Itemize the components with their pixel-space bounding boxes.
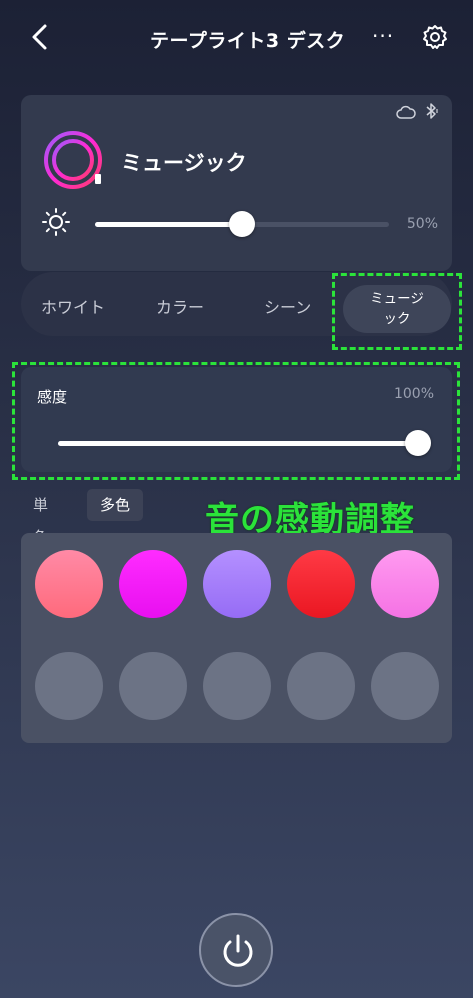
color-swatch[interactable] [35, 550, 103, 618]
brightness-slider-handle[interactable] [229, 211, 255, 237]
highlight-music-tab [332, 273, 462, 350]
sun-icon [42, 208, 70, 236]
empty-color-slot[interactable] [35, 652, 103, 720]
color-swatch[interactable] [371, 550, 439, 618]
page-title: テープライト3 デスク [150, 30, 346, 52]
color-swatch[interactable] [287, 550, 355, 618]
device-card: ミュージック 50% [21, 95, 452, 271]
header: テープライト3 デスク ··· [0, 0, 473, 76]
power-button[interactable] [199, 913, 273, 987]
back-chevron-icon[interactable] [26, 22, 56, 52]
brightness-slider[interactable] [95, 211, 389, 237]
brightness-value: 50% [406, 216, 438, 232]
tab-white[interactable]: ホワイト [41, 294, 105, 318]
tab-scene[interactable]: シーン [264, 294, 311, 318]
gear-icon[interactable] [422, 24, 448, 50]
tab-single-color[interactable]: 単色 [33, 489, 48, 546]
brightness-fill [95, 222, 242, 227]
empty-color-slot[interactable] [287, 652, 355, 720]
more-icon[interactable]: ··· [372, 24, 394, 48]
empty-color-slot[interactable] [119, 652, 187, 720]
color-swatch[interactable] [203, 550, 271, 618]
tab-multi-color[interactable]: 多色 [87, 489, 143, 521]
bluetooth-icon [426, 103, 438, 119]
mode-title: ミュージック [121, 151, 247, 175]
empty-color-slot[interactable] [371, 652, 439, 720]
color-swatch[interactable] [119, 550, 187, 618]
tape-light-ring-icon [44, 131, 102, 189]
cloud-icon [396, 105, 416, 119]
power-icon [223, 934, 253, 967]
color-palette [21, 533, 452, 743]
empty-color-slot[interactable] [203, 652, 271, 720]
tab-color[interactable]: カラー [156, 294, 204, 318]
highlight-sensitivity [12, 362, 460, 480]
